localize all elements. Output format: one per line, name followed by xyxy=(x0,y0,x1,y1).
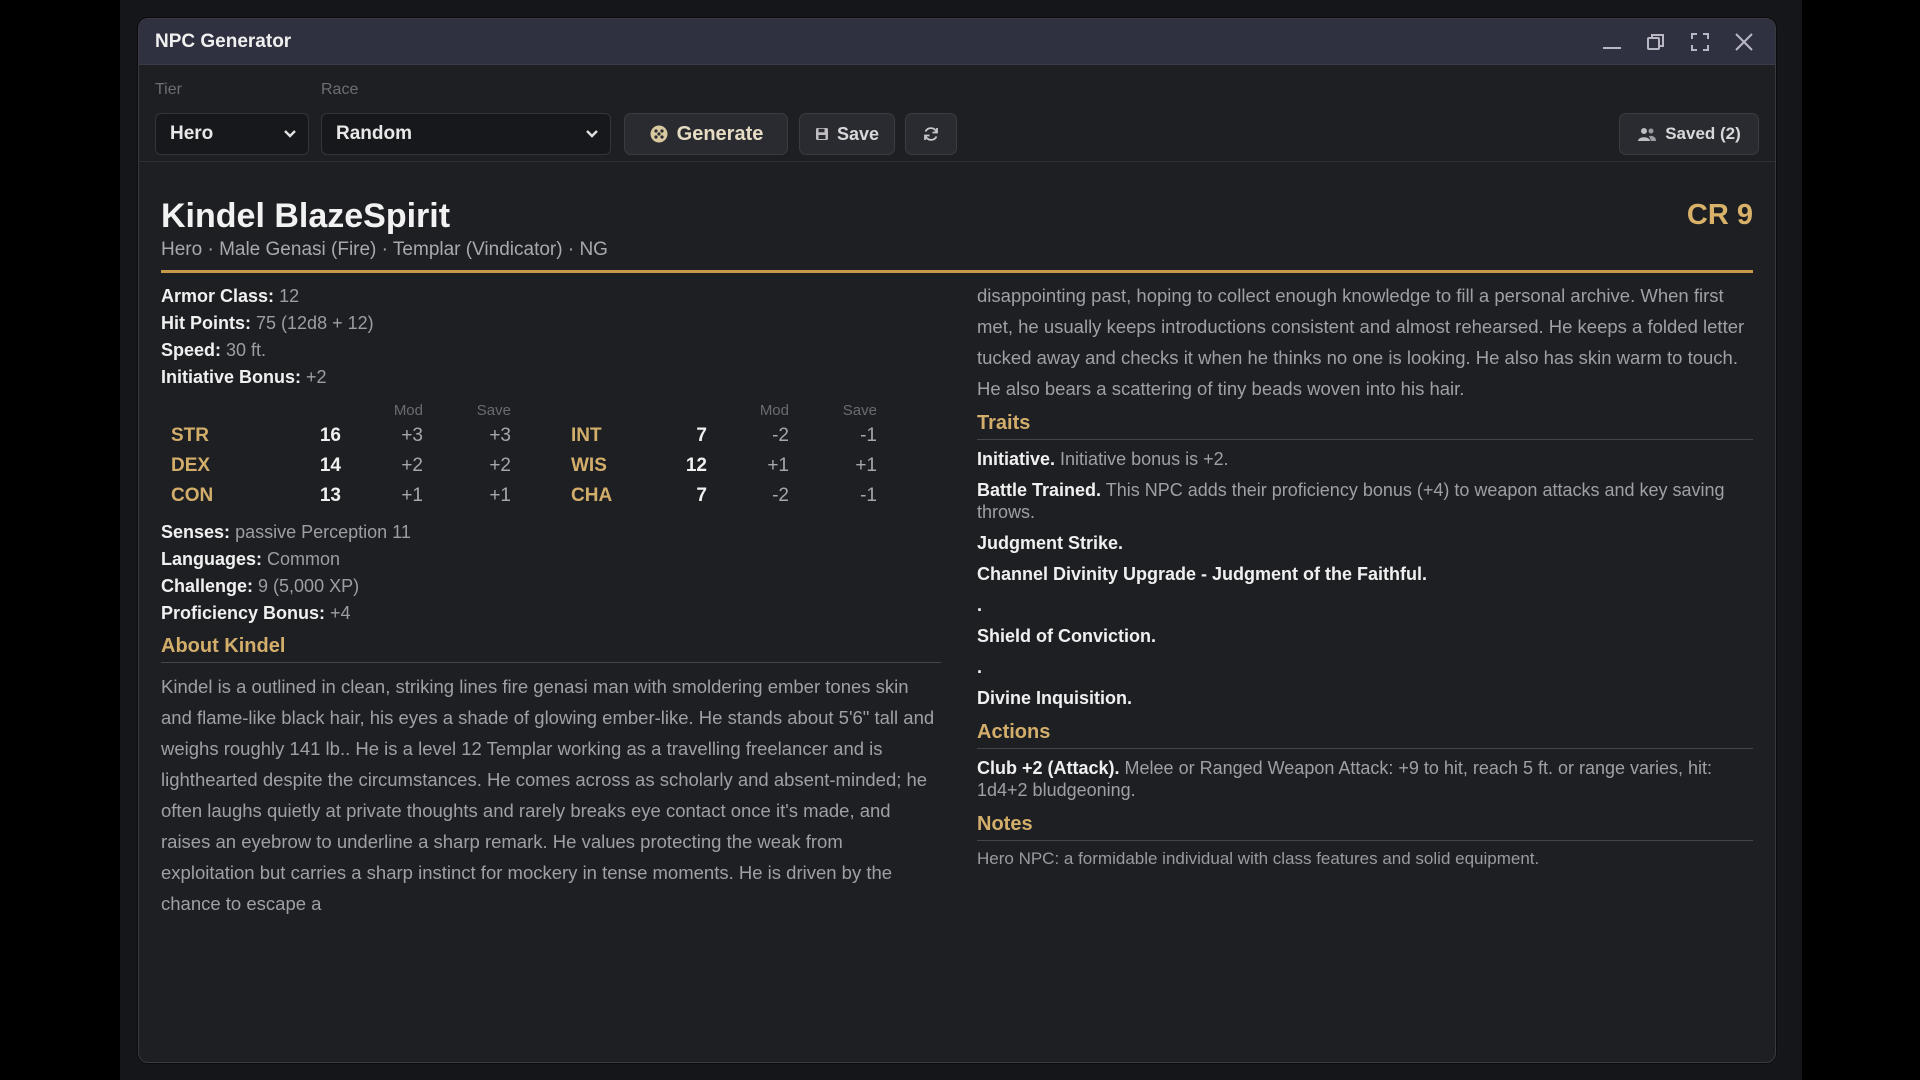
race-select[interactable]: Random xyxy=(321,113,611,155)
table-row: STR 16 +3 +3 INT 7 -2 -1 xyxy=(171,425,877,446)
table-row: CON 13 +1 +1 CHA 7 -2 -1 xyxy=(171,485,877,506)
stat-hit-points: Hit Points: 75 (12d8 + 12) xyxy=(161,313,374,333)
title-bar[interactable]: NPC Generator xyxy=(139,19,1775,65)
save-header: Save xyxy=(842,401,877,419)
trait-item: Channel Divinity Upgrade - Judgment of t… xyxy=(977,564,1428,584)
npc-name: Kindel BlazeSpirit xyxy=(161,197,451,235)
trait-item: . xyxy=(977,657,983,677)
generate-button[interactable]: Generate xyxy=(624,113,788,155)
ability-scores-table: Mod Save Mod Save STR 16 +3 +3 INT 7 -2 xyxy=(161,399,877,511)
save-header: Save xyxy=(476,401,511,419)
stat-armor-class: Armor Class: 12 xyxy=(161,286,300,306)
tier-select-value: Hero xyxy=(170,123,214,144)
trait-item: Initiative. Initiative bonus is +2. xyxy=(977,449,1229,469)
chevron-down-icon xyxy=(282,126,298,148)
stat-initiative: Initiative Bonus: +2 xyxy=(161,367,327,387)
stat-languages: Languages: Common xyxy=(161,549,341,569)
notes-text: Hero NPC: a formidable individual with c… xyxy=(977,849,1540,868)
left-column: Armor Class: 12 Hit Points: 75 (12d8 + 1… xyxy=(161,283,941,919)
mod-header: Mod xyxy=(393,401,423,419)
challenge-rating-badge: CR 9 xyxy=(1686,199,1753,231)
trait-item: Judgment Strike. xyxy=(977,533,1124,553)
restore-icon[interactable] xyxy=(1643,29,1669,55)
actions-heading: Actions xyxy=(977,721,1753,749)
refresh-button[interactable] xyxy=(905,113,957,155)
save-label: Save xyxy=(836,123,880,144)
about-heading: About Kindel xyxy=(161,635,941,663)
right-column: disappointing past, hoping to collect en… xyxy=(977,283,1753,869)
race-label: Race xyxy=(321,81,359,98)
trait-item: . xyxy=(977,595,983,615)
stat-senses: Senses: passive Perception 11 xyxy=(161,522,411,542)
header-divider xyxy=(161,270,1753,273)
npc-generator-window: NPC Generator Tier Hero Race Random Gene… xyxy=(138,18,1776,1063)
stat-block: Kindel BlazeSpirit Hero · Male Genasi (F… xyxy=(139,161,1775,1062)
table-row: DEX 14 +2 +2 WIS 12 +1 +1 xyxy=(171,455,877,476)
refresh-icon xyxy=(922,125,940,143)
window-title: NPC Generator xyxy=(155,30,292,52)
users-icon xyxy=(1637,126,1657,142)
fullscreen-icon[interactable] xyxy=(1687,29,1713,55)
floppy-disk-icon xyxy=(815,127,829,141)
about-text: Kindel is a outlined in clean, striking … xyxy=(161,676,935,914)
traits-heading: Traits xyxy=(977,412,1753,440)
chevron-down-icon xyxy=(584,126,600,148)
mod-header: Mod xyxy=(759,401,789,419)
race-select-value: Random xyxy=(336,123,412,144)
save-button[interactable]: Save xyxy=(799,113,895,155)
stat-proficiency: Proficiency Bonus: +4 xyxy=(161,603,351,623)
trait-item: Divine Inquisition. xyxy=(977,688,1133,708)
generate-label: Generate xyxy=(676,122,764,145)
window-controls xyxy=(1599,19,1757,64)
secondary-stats: Senses: passive Perception 11 Languages:… xyxy=(161,519,941,627)
npc-subtitle: Hero · Male Genasi (Fire) · Templar (Vin… xyxy=(161,239,608,260)
core-stats: Armor Class: 12 Hit Points: 75 (12d8 + 1… xyxy=(161,283,941,391)
saved-label: Saved (2) xyxy=(1665,124,1741,143)
trait-item: Battle Trained. This NPC adds their prof… xyxy=(977,480,1725,522)
notes-heading: Notes xyxy=(977,813,1753,841)
trait-item: Shield of Conviction. xyxy=(977,626,1156,646)
action-item: Club +2 (Attack). Melee or Ranged Weapon… xyxy=(977,758,1713,800)
toolbar: Tier Hero Race Random Generate Save Save… xyxy=(139,65,1775,162)
tier-label: Tier xyxy=(155,81,182,98)
close-icon[interactable] xyxy=(1731,29,1757,55)
stat-challenge: Challenge: 9 (5,000 XP) xyxy=(161,576,360,596)
minimize-icon[interactable] xyxy=(1599,29,1625,55)
stat-speed: Speed: 30 ft. xyxy=(161,340,267,360)
saved-npcs-button[interactable]: Saved (2) xyxy=(1619,113,1759,155)
tier-select[interactable]: Hero xyxy=(155,113,309,155)
dice-icon xyxy=(649,124,669,144)
about-text-continued: disappointing past, hoping to collect en… xyxy=(977,285,1745,399)
